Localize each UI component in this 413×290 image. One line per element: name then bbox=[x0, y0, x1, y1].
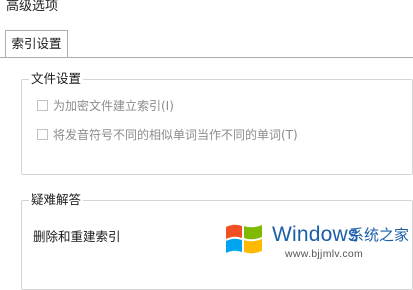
tab-bar: 索引设置 bbox=[0, 30, 413, 58]
encrypted-files-label: 为加密文件建立索引(I) bbox=[53, 99, 174, 113]
rebuild-index-label: 删除和重建索引 bbox=[33, 229, 121, 244]
watermark-url: www.bjjmlv.com bbox=[285, 248, 364, 260]
troubleshooting-title: 疑难解答 bbox=[29, 192, 84, 208]
file-settings-title: 文件设置 bbox=[29, 71, 84, 87]
encrypted-files-option[interactable]: 为加密文件建立索引(I) bbox=[37, 97, 174, 114]
windows-logo-icon bbox=[226, 224, 262, 254]
watermark-site-name: 系统之家 bbox=[349, 226, 410, 244]
watermark-brand: Windows bbox=[272, 223, 359, 246]
diacritics-option[interactable]: 将发音符号不同的相似单词当作不同的单词(T) bbox=[37, 126, 298, 143]
window-title: 高级选项 bbox=[6, 0, 59, 14]
diacritics-checkbox[interactable] bbox=[37, 129, 48, 140]
encrypted-files-checkbox[interactable] bbox=[37, 100, 48, 111]
tab-index-settings[interactable]: 索引设置 bbox=[5, 30, 68, 58]
file-settings-group: 文件设置 为加密文件建立索引(I) 将发音符号不同的相似单词当作不同的单词(T) bbox=[21, 71, 413, 175]
watermark: Windows 系统之家 www.bjjmlv.com bbox=[222, 212, 410, 264]
diacritics-label: 将发音符号不同的相似单词当作不同的单词(T) bbox=[53, 128, 298, 142]
